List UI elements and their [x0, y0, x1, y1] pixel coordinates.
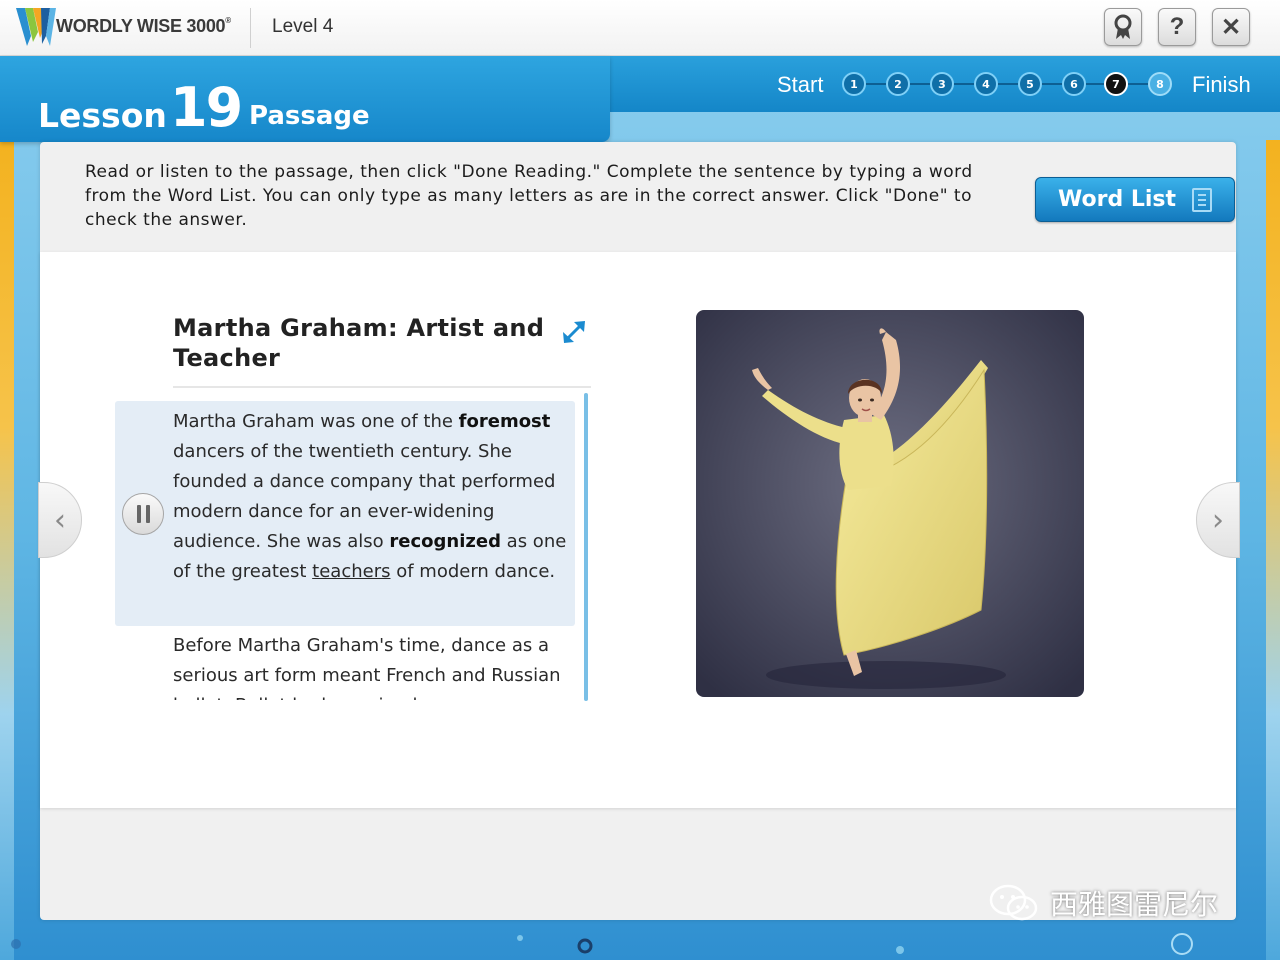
dancer-illustration: [696, 310, 1084, 697]
progress-step-2: 2: [886, 72, 910, 96]
list-icon: [1192, 188, 1212, 212]
lesson-word: Lesson: [38, 96, 167, 135]
progress-step-8: 8: [1148, 72, 1172, 96]
watermark-text: 西雅图雷尼尔: [1050, 888, 1219, 921]
registered-mark: ®: [225, 16, 231, 25]
award-button[interactable]: [1104, 8, 1142, 46]
progress-start-label: Start: [777, 72, 824, 97]
watermark: 西雅图雷尼尔: [988, 880, 1248, 926]
expand-icon[interactable]: [560, 318, 588, 346]
background-accent-right: [1266, 140, 1280, 960]
close-button[interactable]: ✕: [1212, 8, 1250, 46]
word-list-button[interactable]: Word List: [1035, 177, 1235, 222]
vocab-word-recognized[interactable]: recognized: [389, 531, 501, 552]
progress-step-6: 6: [1062, 72, 1086, 96]
passage-paragraph-1: Martha Graham was one of the foremost da…: [173, 411, 567, 582]
passage-scrollbar[interactable]: [584, 393, 588, 701]
help-button[interactable]: ?: [1158, 8, 1196, 46]
passage-title: Martha Graham: Artist and Teacher: [173, 314, 545, 372]
vocab-word-foremost[interactable]: foremost: [459, 411, 551, 432]
word-list-label: Word List: [1058, 187, 1177, 212]
progress-step-4: 4: [974, 72, 998, 96]
progress-finish-label: Finish: [1192, 72, 1251, 97]
pause-audio-button[interactable]: [122, 493, 164, 535]
lesson-number: 19: [170, 76, 243, 139]
pause-icon: [136, 505, 141, 523]
top-bar: WORDLY WISE 3000® Level 4 ? ✕: [0, 0, 1280, 56]
progress-step-3: 3: [930, 72, 954, 96]
header-divider: [250, 8, 251, 48]
help-icon: ?: [1169, 13, 1185, 40]
instructions-text: Read or listen to the passage, then clic…: [85, 162, 973, 230]
progress-step-1: 1: [842, 72, 866, 96]
passage-paragraph-2: Before Martha Graham's time, dance as a …: [173, 635, 561, 700]
title-divider: [173, 386, 591, 388]
wechat-icon: [989, 884, 1038, 921]
chevron-right-icon: ›: [1212, 502, 1224, 538]
close-icon: ✕: [1220, 13, 1242, 41]
background-accent-left: [0, 140, 14, 960]
passage-scroll-area[interactable]: Martha Graham was one of the foremost da…: [115, 395, 591, 700]
chevron-left-icon: ‹: [54, 502, 66, 538]
progress-step-7: 7: [1104, 72, 1128, 96]
wordly-wise-logo-icon: [16, 8, 56, 46]
progress-step-5: 5: [1018, 72, 1042, 96]
lesson-section: Passage: [249, 101, 370, 131]
background-dots: [11, 933, 1193, 955]
vocab-word-teachers[interactable]: teachers: [312, 561, 390, 582]
award-icon: [1114, 14, 1132, 39]
level-label: Level 4: [272, 16, 334, 37]
brand-name: WORDLY WISE 3000®: [56, 16, 231, 36]
